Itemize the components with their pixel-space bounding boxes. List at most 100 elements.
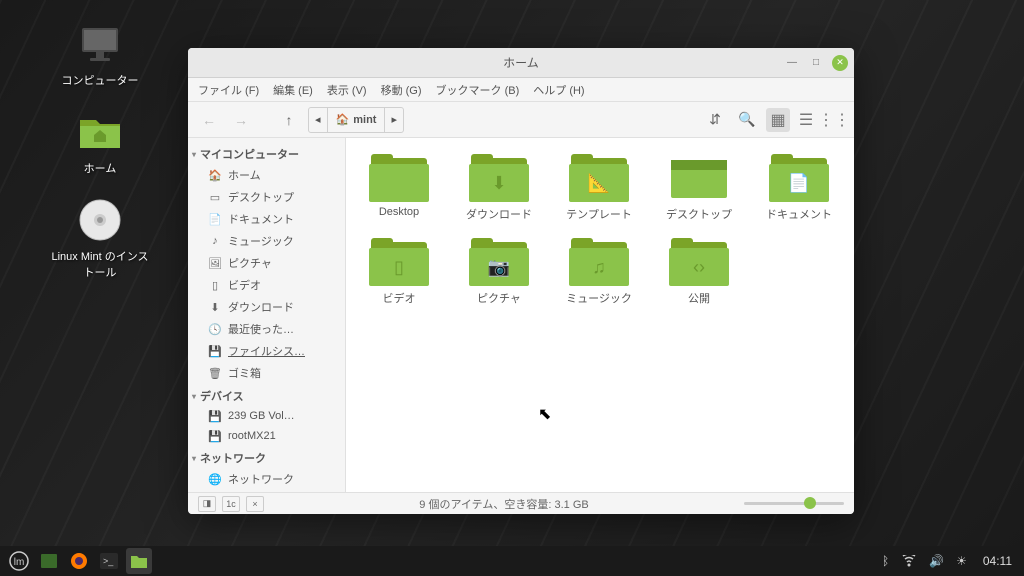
clock[interactable]: 04:11 [983, 554, 1012, 568]
sidebar-section-header[interactable]: マイコンピューター [188, 142, 345, 164]
folder-content[interactable]: Desktop ⬇ ダウンロード 📐テンプレートデスクトップ 📄ドキュメント ▯ ビデオ 📷ピ… [346, 138, 854, 492]
folder-label: 公開 [688, 290, 710, 306]
recent-icon: 🕓 [208, 322, 222, 336]
show-desktop-button[interactable] [36, 548, 62, 574]
show-places-button[interactable]: ◨ [198, 496, 216, 512]
folder-label: デスクトップ [666, 206, 732, 222]
menu-go[interactable]: 移動 (G) [381, 82, 422, 98]
folder-label: ビデオ [383, 290, 416, 306]
folder-icon: 📄 [769, 154, 829, 202]
folder-icon: ▯ [369, 238, 429, 286]
sidebar-section-header[interactable]: デバイス [188, 384, 345, 406]
downloads-icon: ⬇ [208, 300, 222, 314]
brightness-icon[interactable]: ☀ [956, 554, 967, 568]
desktop-icons: コンピューター ホーム Linux Mint のインストール [30, 20, 170, 300]
volume-icon[interactable]: 🔊 [929, 554, 944, 568]
folder-item[interactable]: ‹› 公開 [658, 234, 740, 310]
desktop-icon-label: コンピューター [62, 72, 139, 88]
svg-text:>_: >_ [103, 556, 114, 566]
folder-item[interactable]: 📄ドキュメント [758, 150, 840, 226]
show-tree-button[interactable]: 1c [222, 496, 240, 512]
firefox-launcher[interactable] [66, 548, 92, 574]
folder-label: Desktop [379, 206, 419, 218]
computer-icon [76, 20, 124, 68]
sidebar-item[interactable]: 🕓 最近使った… [188, 318, 345, 340]
terminal-launcher[interactable]: >_ [96, 548, 122, 574]
folder-icon: ⬇ [469, 154, 529, 202]
sidebar-item[interactable]: 🖼ピクチャ [188, 252, 345, 274]
folder-item[interactable]: 📷ピクチャ [458, 234, 540, 310]
sidebar-item-label: ミュージック [228, 233, 294, 249]
folder-label: ミュージック [566, 290, 632, 306]
folder-icon: ♫ [569, 238, 629, 286]
folder-icon: 📐 [569, 154, 629, 202]
folder-item[interactable]: Desktop [358, 150, 440, 226]
folder-item[interactable]: 📐テンプレート [558, 150, 640, 226]
taskbar: lm >_ ᛒ 🔊 ☀ 04:11 [0, 546, 1024, 576]
desktop-icon-home[interactable]: ホーム [30, 108, 170, 176]
system-tray: ᛒ 🔊 ☀ 04:11 [882, 554, 1018, 568]
path-next-icon[interactable]: ▸ [385, 108, 403, 132]
zoom-thumb[interactable] [804, 497, 816, 509]
sidebar-item[interactable]: ▯ ビデオ [188, 274, 345, 296]
icon-view-button[interactable]: ▦ [766, 108, 790, 132]
disc-icon [76, 196, 124, 244]
folder-item[interactable]: ⬇ ダウンロード [458, 150, 540, 226]
sidebar-item[interactable]: 📄ドキュメント [188, 208, 345, 230]
folder-item[interactable]: ♫ ミュージック [558, 234, 640, 310]
sidebar-item-label: ビデオ [228, 277, 261, 293]
path-segment-home[interactable]: 🏠 mint [328, 108, 386, 132]
sidebar-item[interactable]: 🗑ゴミ箱 [188, 362, 345, 384]
menu-bookmarks[interactable]: ブックマーク (B) [436, 82, 520, 98]
pathbar[interactable]: ◂ 🏠 mint ▸ [308, 107, 404, 133]
sidebar-item[interactable]: 💾ファイルシス… [188, 340, 345, 362]
titlebar[interactable]: ホーム [188, 48, 854, 78]
folder-item[interactable]: デスクトップ [658, 150, 740, 226]
menu-file[interactable]: ファイル (F) [198, 82, 259, 98]
sidebar-item[interactable]: ♪ミュージック [188, 230, 345, 252]
sidebar-item-label: 最近使った… [228, 321, 294, 337]
sidebar-item[interactable]: 🏠ホーム [188, 164, 345, 186]
minimize-button[interactable] [784, 55, 800, 71]
menu-edit[interactable]: 編集 (E) [273, 82, 313, 98]
toggle-location-button[interactable]: ⇵ [702, 107, 728, 133]
close-sidebar-button[interactable]: × [246, 496, 264, 512]
folder-icon: ‹› [669, 238, 729, 286]
close-button[interactable] [832, 55, 848, 71]
bluetooth-icon[interactable]: ᛒ [882, 554, 889, 568]
back-button[interactable]: ← [196, 107, 222, 133]
sidebar-section-header[interactable]: ネットワーク [188, 446, 345, 468]
documents-icon: 📄 [208, 212, 222, 226]
compact-view-button[interactable]: ⋮⋮ [822, 108, 846, 132]
path-prev-icon[interactable]: ◂ [309, 108, 328, 132]
zoom-slider[interactable] [744, 502, 844, 505]
desktop-icon-installer[interactable]: Linux Mint のインストール [30, 196, 170, 280]
files-launcher[interactable] [126, 548, 152, 574]
folder-item[interactable]: ▯ ビデオ [358, 234, 440, 310]
svg-text:lm: lm [14, 557, 25, 568]
videos-icon: ▯ [208, 278, 222, 292]
search-button[interactable]: 🔍 [734, 107, 760, 133]
sidebar-item-label: ゴミ箱 [228, 365, 261, 381]
list-view-button[interactable]: ☰ [794, 108, 818, 132]
folder-label: ダウンロード [466, 206, 532, 222]
sidebar-item[interactable]: 🌐ネットワーク [188, 468, 345, 490]
menu-view[interactable]: 表示 (V) [327, 82, 367, 98]
sidebar-item[interactable]: ▭デスクトップ [188, 186, 345, 208]
disk-icon: 💾 [208, 429, 222, 443]
network-icon[interactable] [901, 555, 917, 567]
maximize-button[interactable] [808, 55, 824, 71]
desktop-icon-label: Linux Mint のインストール [50, 248, 150, 280]
filesystem-icon: 💾 [208, 344, 222, 358]
start-menu-button[interactable]: lm [6, 548, 32, 574]
desktop-icon-computer[interactable]: コンピューター [30, 20, 170, 88]
window-title: ホーム [503, 54, 539, 71]
up-button[interactable]: ↑ [276, 107, 302, 133]
menu-help[interactable]: ヘルプ (H) [533, 82, 584, 98]
sidebar-item[interactable]: 💾239 GB Vol… [188, 406, 345, 426]
sidebar-item-label: ピクチャ [228, 255, 272, 271]
home-icon: 🏠 [208, 168, 222, 182]
sidebar-item[interactable]: ⬇ダウンロード [188, 296, 345, 318]
sidebar-item[interactable]: 💾rootMX21 [188, 426, 345, 446]
forward-button[interactable]: → [228, 107, 254, 133]
